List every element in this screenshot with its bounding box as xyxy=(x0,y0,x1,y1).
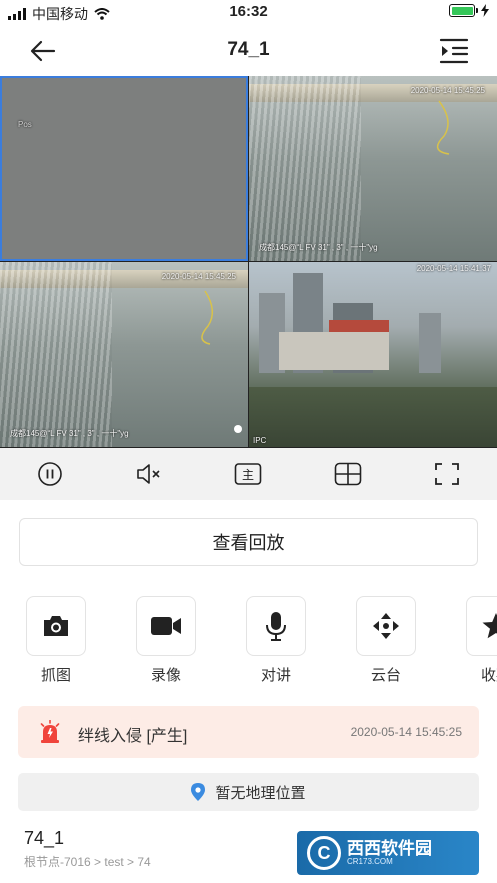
camera-osd-top: 2020-05-14 15:41:37 xyxy=(416,264,491,273)
channel-list-icon[interactable] xyxy=(439,38,469,64)
camera-icon xyxy=(44,616,68,636)
alarm-banner[interactable]: 绊线入侵 [产生] 2020-05-14 15:45:25 xyxy=(18,706,479,758)
favorite-label: 收藏 xyxy=(480,667,497,684)
status-right xyxy=(449,4,489,17)
watermark-brand: 西西软件园 xyxy=(347,838,432,858)
page-title: 74_1 xyxy=(227,39,270,60)
view-playback-button[interactable]: 查看回放 xyxy=(19,518,478,566)
watermark-logo-icon: C xyxy=(307,836,341,870)
grid-layout-button[interactable] xyxy=(333,459,363,489)
device-path: 根节点-7016 > test > 74 xyxy=(24,855,151,869)
location-pin-icon xyxy=(191,783,206,801)
alarm-text: 绊线入侵 [产生] xyxy=(78,728,188,745)
snapshot-action[interactable]: 抓图 xyxy=(26,596,86,685)
status-bar: 中国移动 16:32 xyxy=(0,0,497,26)
main-stream-button[interactable]: 主 xyxy=(233,459,263,489)
camera-osd-bottom: 成都145@“L FV 31" , 3" , 一十"yg xyxy=(10,429,129,438)
mute-button[interactable] xyxy=(134,459,164,489)
camera-osd-top: Pos xyxy=(18,120,32,129)
video-control-bar: 主 xyxy=(0,448,497,500)
record-label: 录像 xyxy=(150,667,181,684)
alarm-time: 2020-05-14 15:45:25 xyxy=(350,725,462,739)
camera-view-2[interactable]: 2020-05-14 15:45:25 成都145@“L FV 31" , 3"… xyxy=(249,76,497,261)
intercom-label: 对讲 xyxy=(260,667,291,684)
grid-layout-icon xyxy=(334,462,362,486)
star-icon xyxy=(482,613,497,639)
fullscreen-button[interactable] xyxy=(432,459,462,489)
main-stream-icon: 主 xyxy=(235,463,262,485)
charging-icon xyxy=(481,4,489,17)
ptz-action[interactable]: 云台 xyxy=(356,596,416,685)
camera-view-1[interactable]: Pos xyxy=(0,76,248,261)
watermark-sub: CR173.COM xyxy=(347,856,393,866)
geo-location-bar[interactable]: 暂无地理位置 xyxy=(18,773,479,811)
camera-view-4[interactable]: 2020-05-14 15:41:37 IPC xyxy=(249,262,497,447)
status-time: 16:32 xyxy=(229,3,268,20)
video-grid: Pos 2020-05-14 15:45:25 成都145@“L FV 31" … xyxy=(0,76,497,448)
camera-osd-top: 2020-05-14 15:45:25 xyxy=(410,86,485,95)
main-stream-label: 主 xyxy=(242,468,254,482)
fullscreen-icon xyxy=(435,463,460,485)
cable-decoration xyxy=(436,100,450,155)
battery-icon xyxy=(449,4,478,17)
snapshot-label: 抓图 xyxy=(40,667,71,684)
record-action[interactable]: 录像 xyxy=(136,596,196,685)
ptz-label: 云台 xyxy=(370,667,401,684)
geo-location-text: 暂无地理位置 xyxy=(215,784,306,802)
nav-bar: 74_1 xyxy=(0,26,497,76)
site-watermark: C 西西软件园 CR173.COM xyxy=(297,831,479,875)
pause-button[interactable] xyxy=(35,459,65,489)
page-indicator-dot xyxy=(234,425,242,433)
action-row: 抓图 录像 对讲 云台 收藏 xyxy=(26,596,497,686)
microphone-icon xyxy=(266,612,286,641)
cable-decoration xyxy=(201,290,214,345)
camera-view-3[interactable]: 2020-05-14 15:45:25 成都145@“L FV 31" , 3"… xyxy=(0,262,248,447)
video-record-icon xyxy=(151,617,181,635)
intercom-action[interactable]: 对讲 xyxy=(246,596,306,685)
pause-icon xyxy=(37,462,62,486)
mute-icon xyxy=(137,464,160,484)
ptz-icon xyxy=(373,613,399,639)
favorite-action[interactable]: 收藏 xyxy=(466,596,497,685)
device-name: 74_1 xyxy=(24,828,65,848)
camera-osd-bottom: IPC xyxy=(253,436,267,445)
camera-osd-top: 2020-05-14 15:45:25 xyxy=(161,272,236,281)
camera-osd-bottom: 成都145@“L FV 31" , 3" , 一十"yg xyxy=(259,243,378,252)
alarm-light-icon xyxy=(40,720,60,743)
